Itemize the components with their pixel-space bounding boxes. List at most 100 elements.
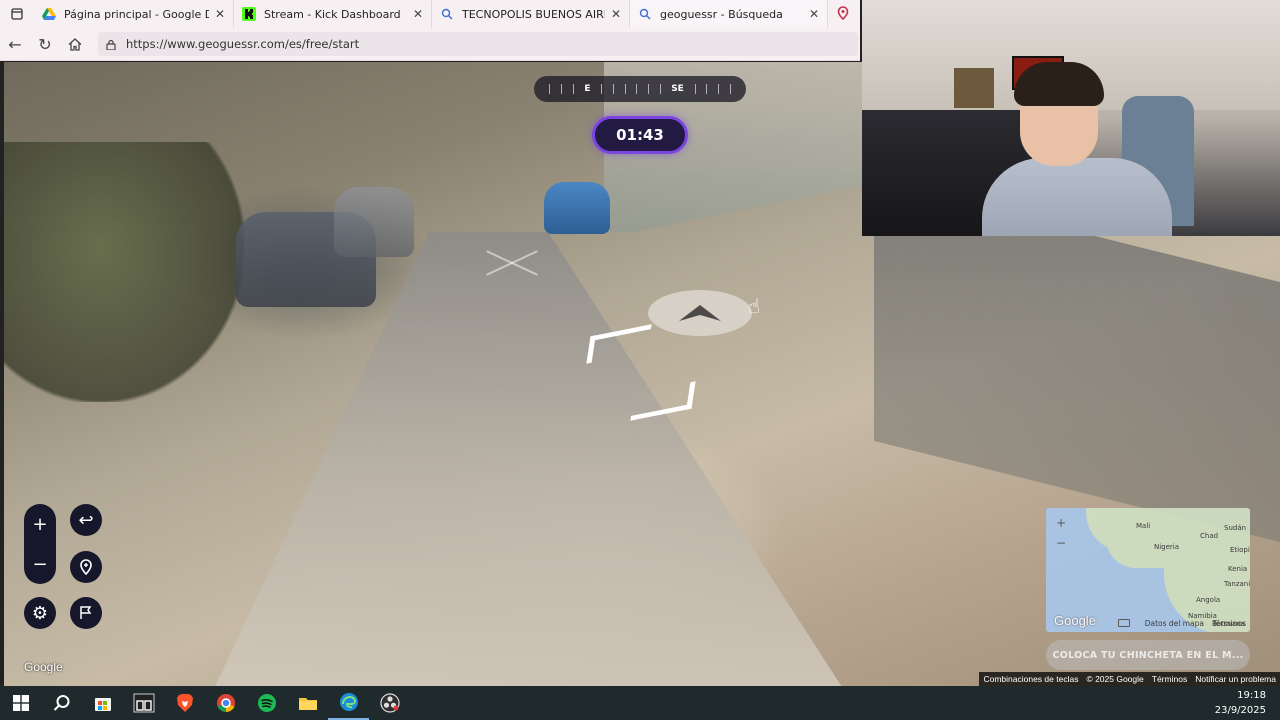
tab-geoguessr-search[interactable]: geoguessr - Búsqueda ✕ bbox=[630, 0, 828, 28]
minimap-google-logo: Google bbox=[1054, 613, 1096, 628]
taskbar-store[interactable] bbox=[82, 686, 123, 720]
trees-background bbox=[4, 142, 244, 402]
minimap-zoom-in-button[interactable]: + bbox=[1054, 516, 1068, 530]
parked-car-blue bbox=[544, 182, 610, 234]
taskbar-chrome[interactable] bbox=[205, 686, 246, 720]
return-to-start-button[interactable] bbox=[70, 551, 102, 583]
map-label: Tanzani bbox=[1224, 580, 1250, 588]
tab-kick-dashboard[interactable]: Stream - Kick Dashboard ✕ bbox=[234, 0, 432, 28]
gear-icon: ⚙ bbox=[31, 602, 49, 624]
chevron-up-icon bbox=[679, 305, 721, 321]
taskbar-brave[interactable] bbox=[164, 686, 205, 720]
map-label: Mali bbox=[1136, 522, 1151, 530]
search-icon bbox=[440, 7, 454, 21]
obs-icon bbox=[379, 693, 400, 713]
taskbar: 19:18 23/9/2025 bbox=[0, 686, 1280, 720]
parked-car bbox=[334, 187, 414, 257]
minimap-zoom-out-button[interactable]: − bbox=[1054, 536, 1068, 550]
tab-actions-icon bbox=[11, 8, 23, 20]
arrow-left-icon: ← bbox=[8, 34, 22, 54]
browser-tab-bar: Página principal - Google Drive ✕ Stream… bbox=[0, 0, 860, 28]
webcam-person bbox=[982, 62, 1172, 236]
counter-app-icon bbox=[133, 693, 154, 713]
edge-icon bbox=[339, 693, 358, 711]
google-drive-icon bbox=[42, 7, 56, 21]
flag-icon bbox=[80, 606, 92, 619]
start-button[interactable] bbox=[0, 686, 41, 720]
clock-time: 19:18 bbox=[1237, 690, 1266, 701]
move-forward-arrow[interactable] bbox=[648, 290, 752, 336]
map-label: Nigeria bbox=[1154, 543, 1180, 551]
location-pin-icon bbox=[80, 559, 92, 575]
report-problem-link[interactable]: Notificar un problema bbox=[1191, 674, 1280, 684]
brave-icon bbox=[176, 694, 193, 712]
folder-icon bbox=[298, 698, 317, 710]
store-icon bbox=[94, 698, 111, 711]
map-label: Etiopí bbox=[1230, 546, 1250, 554]
map-label: Chad bbox=[1200, 532, 1219, 540]
close-tab-icon[interactable]: ✕ bbox=[413, 7, 423, 21]
map-label: Kenia bbox=[1228, 565, 1248, 573]
clock-date: 23/9/2025 bbox=[1214, 705, 1266, 716]
close-tab-icon[interactable]: ✕ bbox=[215, 7, 225, 21]
taskbar-search-button[interactable] bbox=[41, 686, 82, 720]
taskbar-counter-app[interactable] bbox=[123, 686, 164, 720]
hand-cursor-icon: ☝ bbox=[748, 294, 761, 318]
google-logo: Google bbox=[24, 660, 63, 674]
taskbar-file-explorer[interactable] bbox=[287, 686, 328, 720]
zoom-in-button[interactable]: + bbox=[32, 508, 47, 540]
tab-title: Stream - Kick Dashboard bbox=[264, 7, 401, 21]
place-pin-button[interactable]: COLOCA TU CHINCHETA EN EL M... bbox=[1046, 640, 1250, 670]
taskbar-edge[interactable] bbox=[328, 686, 369, 720]
kick-icon bbox=[242, 7, 256, 21]
map-data-text: Datos del mapa bbox=[1144, 619, 1204, 628]
taskbar-spotify[interactable] bbox=[246, 686, 287, 720]
back-button[interactable]: ← bbox=[0, 29, 30, 59]
compass-bar: E SE bbox=[534, 76, 746, 102]
compass-label-se: SE bbox=[671, 84, 684, 94]
tab-title: geoguessr - Búsqueda bbox=[660, 7, 783, 21]
search-icon bbox=[638, 7, 652, 21]
copyright-text: © 2025 Google bbox=[1086, 674, 1144, 684]
search-icon bbox=[53, 695, 69, 711]
map-label: Sudán bbox=[1224, 524, 1247, 532]
flag-button[interactable] bbox=[70, 597, 102, 629]
webcam-overlay bbox=[862, 0, 1280, 236]
return-arrow-icon: ↩ bbox=[78, 509, 94, 531]
terms-link[interactable]: Términos bbox=[1148, 674, 1191, 684]
keyboard-shortcuts-link[interactable]: Combinaciones de teclas bbox=[979, 674, 1082, 684]
zoom-controls: + − bbox=[24, 504, 56, 584]
map-pin-icon bbox=[837, 5, 849, 23]
tab-google-drive[interactable]: Página principal - Google Drive ✕ bbox=[34, 0, 234, 28]
compass-label-e: E bbox=[584, 84, 591, 94]
map-label: Angola bbox=[1196, 596, 1221, 604]
guess-minimap[interactable]: Mali Sudán Chad Nigeria Etiopí Kenia Tan… bbox=[1046, 508, 1250, 632]
url-field[interactable]: https://www.geoguessr.com/es/free/start bbox=[98, 32, 858, 56]
tab-title: TECNOPOLIS BUENOS AIRES MAP bbox=[462, 7, 605, 21]
undo-move-button[interactable]: ↩ bbox=[70, 504, 102, 536]
close-tab-icon[interactable]: ✕ bbox=[809, 7, 819, 21]
windows-icon bbox=[12, 695, 29, 711]
spotify-icon bbox=[257, 694, 276, 712]
home-icon bbox=[68, 37, 82, 51]
tab-tecnopolis[interactable]: TECNOPOLIS BUENOS AIRES MAP ✕ bbox=[432, 0, 630, 28]
map-terms-link[interactable]: Términos bbox=[1212, 619, 1246, 628]
home-button[interactable] bbox=[60, 29, 90, 59]
reload-icon: ↻ bbox=[38, 34, 52, 54]
address-bar-row: ← ↻ https://www.geoguessr.com/es/free/st… bbox=[0, 28, 860, 61]
lock-icon bbox=[106, 39, 116, 50]
taskbar-obs[interactable] bbox=[369, 686, 410, 720]
tab-actions-button[interactable] bbox=[0, 0, 34, 28]
close-tab-icon[interactable]: ✕ bbox=[611, 7, 621, 21]
zoom-out-button[interactable]: − bbox=[32, 548, 47, 580]
round-timer: 01:43 bbox=[592, 116, 688, 154]
url-text: https://www.geoguessr.com/es/free/start bbox=[126, 37, 360, 51]
tab-title: Página principal - Google Drive bbox=[64, 7, 209, 21]
chrome-icon bbox=[216, 694, 235, 713]
settings-button[interactable]: ⚙ bbox=[24, 597, 56, 629]
tab-geoguessr-active[interactable] bbox=[828, 0, 858, 28]
system-clock[interactable]: 19:18 23/9/2025 bbox=[1215, 688, 1266, 718]
reload-button[interactable]: ↻ bbox=[30, 29, 60, 59]
attribution-bar: Combinaciones de teclas © 2025 Google Té… bbox=[979, 672, 1280, 686]
keyboard-icon[interactable] bbox=[1118, 619, 1130, 627]
